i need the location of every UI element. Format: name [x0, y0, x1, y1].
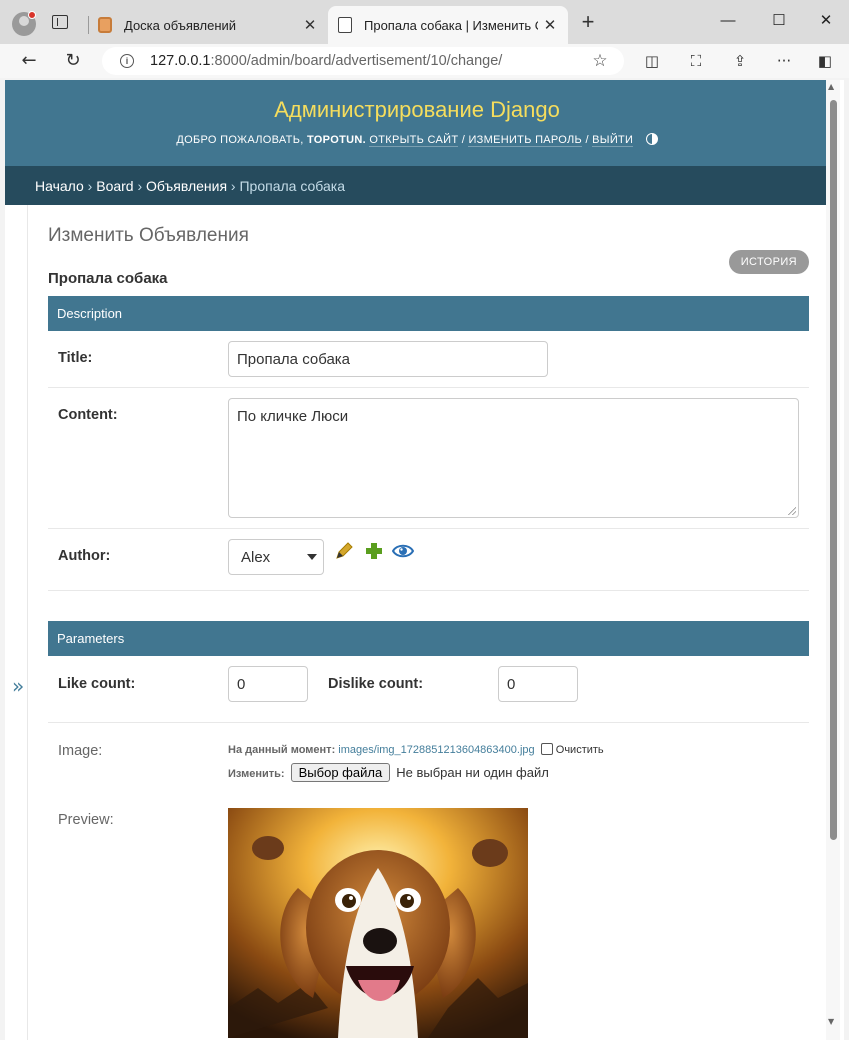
- theme-toggle-icon[interactable]: [645, 133, 658, 145]
- dog-preview-image: [228, 808, 528, 1038]
- current-label: На данный момент:: [228, 744, 336, 756]
- share-icon[interactable]: ⇪: [728, 49, 752, 73]
- close-tab-icon[interactable]: ✕: [298, 16, 322, 34]
- favorite-star-icon[interactable]: ☆: [588, 51, 612, 71]
- tab-title: Пропала собака | Изменить Объ: [364, 17, 538, 33]
- dislike-count-input[interactable]: 0: [498, 666, 578, 702]
- content-label: Content:: [58, 407, 118, 423]
- clear-checkbox[interactable]: [540, 743, 553, 755]
- browser-tab-bar: Доска объявлений ✕ Пропала собака | Изме…: [0, 0, 849, 44]
- nav-sidebar-toggle-icon[interactable]: »: [12, 674, 24, 698]
- clear-label: Очистить: [555, 744, 604, 756]
- pencil-icon[interactable]: [333, 540, 355, 562]
- plus-icon[interactable]: [363, 540, 385, 562]
- like-count-label: Like count:: [58, 676, 136, 692]
- author-label: Author:: [58, 548, 111, 564]
- site-branding[interactable]: Администрирование Django: [5, 97, 829, 123]
- browser-tab-active[interactable]: Пропала собака | Изменить Объ ✕: [328, 6, 568, 44]
- maximize-icon[interactable]: ☐: [767, 10, 791, 34]
- user-tools: ДОБРО ПОЖАЛОВАТЬ, TOPOTUN. ОТКРЫТЬ САЙТ …: [5, 133, 829, 147]
- site-info-icon[interactable]: i: [120, 54, 134, 68]
- eye-icon[interactable]: [392, 540, 414, 562]
- reload-icon[interactable]: ↻: [61, 49, 85, 73]
- change-label: Изменить:: [228, 768, 285, 780]
- admin-header: Администрирование Django ДОБРО ПОЖАЛОВАТ…: [5, 80, 829, 166]
- change-password-link[interactable]: ИЗМЕНИТЬ ПАРОЛЬ: [468, 134, 583, 147]
- logout-link[interactable]: ВЫЙТИ: [592, 134, 634, 147]
- fieldset-parameters-caption: Parameters: [48, 621, 809, 656]
- current-image-line: На данный момент: images/img_17288512136…: [228, 743, 604, 756]
- content-textarea[interactable]: По кличке Люси: [228, 398, 799, 518]
- back-arrow-icon[interactable]: ←: [17, 49, 41, 73]
- url-field[interactable]: i 127.0.0.1:8000/admin/board/advertiseme…: [102, 47, 624, 75]
- address-bar-row: ← ↻ i 127.0.0.1:8000/admin/board/adverti…: [0, 44, 849, 78]
- scroll-down-icon[interactable]: ▼: [828, 1017, 834, 1026]
- row-divider: [48, 528, 809, 529]
- view-site-link[interactable]: ОТКРЫТЬ САЙТ: [369, 134, 459, 147]
- scroll-up-icon[interactable]: ▲: [828, 82, 834, 91]
- choose-file-button[interactable]: Выбор файла: [290, 763, 391, 782]
- tab-actions-icon[interactable]: [52, 15, 68, 29]
- url-text: 127.0.0.1:8000/admin/board/advertisement…: [150, 53, 503, 69]
- content-text: По кличке Люси: [237, 408, 349, 425]
- screenshot-icon[interactable]: ⛶: [684, 49, 708, 73]
- scrollbar-thumb[interactable]: [830, 100, 837, 840]
- resize-handle-icon[interactable]: [788, 507, 796, 515]
- sidebar-toggle-icon[interactable]: ◧: [813, 49, 837, 73]
- dislike-count-label: Dislike count:: [328, 676, 424, 692]
- breadcrumb: Начало › Board › Объявления › Пропала со…: [5, 166, 829, 205]
- username: TOPOTUN.: [306, 134, 366, 146]
- split-screen-icon[interactable]: ◫: [640, 49, 664, 73]
- author-selected-value: Alex: [241, 549, 271, 566]
- row-divider: [48, 590, 809, 591]
- preview-label: Preview:: [58, 812, 114, 828]
- welcome-text: ДОБРО ПОЖАЛОВАТЬ,: [176, 134, 304, 146]
- more-menu-icon[interactable]: ···: [772, 49, 796, 73]
- page-favicon-icon: [338, 17, 352, 33]
- author-select[interactable]: Alex: [228, 539, 324, 575]
- page-scrollbar[interactable]: ▲ ▼: [826, 80, 840, 1040]
- notification-dot-icon: [28, 11, 36, 19]
- breadcrumb-app[interactable]: Board: [96, 178, 133, 194]
- breadcrumb-model[interactable]: Объявления: [146, 178, 227, 194]
- row-divider: [48, 722, 809, 723]
- fieldset-description-caption: Description: [48, 296, 809, 331]
- close-window-icon[interactable]: ✕: [814, 10, 838, 34]
- current-file-link[interactable]: images/img_1728851213604863400.jpg: [338, 744, 534, 756]
- title-input[interactable]: Пропала собака: [228, 341, 548, 377]
- breadcrumb-home[interactable]: Начало: [35, 178, 84, 194]
- breadcrumb-current: Пропала собака: [239, 178, 345, 194]
- no-file-text: Не выбран ни один файл: [396, 765, 549, 780]
- title-label: Title:: [58, 350, 93, 366]
- change-image-line: Изменить: Выбор файла Не выбран ни один …: [228, 763, 549, 782]
- nav-sidebar-divider: [27, 205, 28, 1040]
- history-button[interactable]: ИСТОРИЯ: [728, 250, 809, 274]
- like-count-input[interactable]: 0: [228, 666, 308, 702]
- page-title: Изменить Объявления: [48, 225, 249, 246]
- object-title: Пропала собака: [48, 270, 168, 287]
- new-tab-icon[interactable]: +: [578, 11, 598, 34]
- chevron-down-icon: [307, 554, 317, 560]
- close-tab-icon[interactable]: ✕: [538, 16, 562, 34]
- page-viewport: Администрирование Django ДОБРО ПОЖАЛОВАТ…: [5, 80, 844, 1040]
- minimize-icon[interactable]: —: [716, 10, 740, 34]
- image-label: Image:: [58, 743, 103, 759]
- site-favicon-icon: [98, 17, 112, 33]
- browser-tab-board[interactable]: Доска объявлений ✕: [88, 6, 328, 44]
- tab-title: Доска объявлений: [124, 17, 237, 33]
- row-divider: [48, 387, 809, 388]
